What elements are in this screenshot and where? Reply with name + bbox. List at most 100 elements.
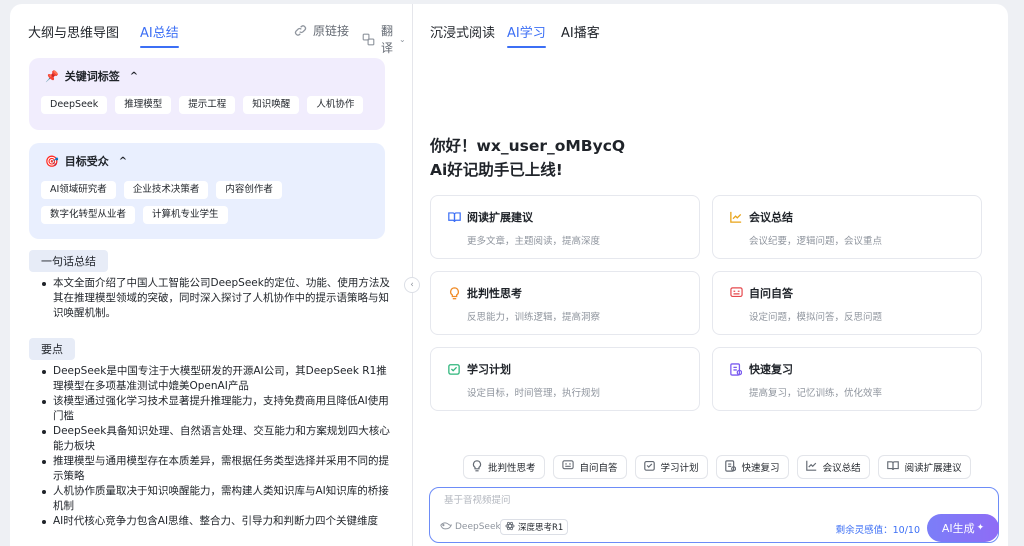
deep-think-toggle[interactable]: 深度思考R1 (500, 519, 569, 535)
quick-button-label: 自问自答 (579, 463, 618, 474)
quick-button-label: 快速复习 (741, 463, 780, 474)
feature-desc: 更多文章，主题阅读，提高深度 (467, 236, 601, 247)
keyword-chip-list: DeepSeek 推理模型 提示工程 知识唤醒 人机协作 (41, 96, 373, 114)
calendar-icon (643, 460, 655, 474)
feature-title: 会议总结 (749, 211, 793, 224)
keyword-chip[interactable]: 提示工程 (179, 96, 236, 114)
list-item: 该模型通过强化学习技术显著提升推理能力，支持免费商用且降低AI使用门槛 (42, 394, 392, 424)
question-input-box: DeepSeek 深度思考R1 剩余灵感值：10/10 AI生成 ✦ (429, 487, 999, 543)
feature-card-meeting-summary[interactable]: 会议总结 会议纪要，逻辑问题，会议重点 (712, 195, 982, 259)
feature-title: 阅读扩展建议 (467, 211, 533, 224)
quick-critical-thinking-button[interactable]: 批判性思考 (463, 455, 545, 479)
feature-card-critical-thinking[interactable]: 批判性思考 反思能力，训练逻辑，提高洞察 (430, 271, 700, 335)
summary-header: 大纲与思维导图 AI总结 原链接 翻译 ⌄ (28, 20, 406, 55)
key-points-heading: 要点 (29, 338, 75, 360)
quick-prompt-row: 批判性思考 自问自答 学习计划 快速复习 会议总结 阅读扩展建议 (463, 455, 971, 479)
pin-icon: 📌 (45, 69, 59, 83)
chevron-up-icon: ^ (129, 70, 139, 82)
tab-outline-mindmap[interactable]: 大纲与思维导图 (28, 22, 119, 41)
quick-self-qa-button[interactable]: 自问自答 (552, 455, 627, 479)
ai-learning-panel: 沉浸式阅读 AI学习 AI播客 你好！wx_user_oMBycQ Ai好记助手… (413, 4, 1008, 546)
book-icon (886, 460, 899, 474)
target-audience-card: 🎯 目标受众 ^ AI领域研究者 企业技术决策者 内容创作者 数字化转型从业者 … (29, 143, 385, 239)
audience-chip[interactable]: AI领域研究者 (41, 181, 116, 199)
keyword-tags-title: 关键词标签 (64, 70, 120, 83)
greeting-assistant: Ai好记助手已上线! (430, 161, 563, 179)
greeting-user: 你好！wx_user_oMBycQ (430, 137, 626, 155)
audience-chip[interactable]: 内容创作者 (216, 181, 282, 199)
feature-desc: 反思能力，训练逻辑，提高洞察 (467, 312, 601, 323)
tab-ai-summary-label: AI总结 (140, 26, 179, 41)
keyword-chip[interactable]: 知识唤醒 (243, 96, 300, 114)
audience-chip[interactable]: 数字化转型从业者 (41, 206, 136, 224)
keyword-chip[interactable]: 推理模型 (115, 96, 172, 114)
inspiration-quota: 剩余灵感值：10/10 (835, 525, 920, 536)
qa-icon (729, 286, 743, 300)
key-points-list: DeepSeek是中国专注于大模型研发的开源AI公司，其DeepSeek R1推… (42, 364, 392, 529)
model-name: DeepSeek (455, 522, 501, 532)
feature-card-reading-extension[interactable]: 阅读扩展建议 更多文章，主题阅读，提高深度 (430, 195, 700, 259)
translate-dropdown[interactable]: 翻译 ⌄ (362, 22, 406, 56)
audience-chip-list: AI领域研究者 企业技术决策者 内容创作者 数字化转型从业者 计算机专业学生 (41, 181, 373, 224)
original-link-label: 原链接 (313, 24, 350, 38)
bulb-icon (472, 459, 482, 475)
audience-chip[interactable]: 企业技术决策者 (123, 181, 209, 199)
qa-icon (561, 460, 574, 474)
translate-icon (362, 33, 375, 46)
calendar-icon (447, 362, 461, 376)
feature-title: 自问自答 (749, 287, 793, 300)
feature-title: 学习计划 (467, 363, 511, 376)
link-icon (294, 24, 307, 37)
keyword-chip[interactable]: DeepSeek (41, 96, 108, 114)
feature-title: 批判性思考 (467, 287, 522, 300)
keyword-chip[interactable]: 人机协作 (307, 96, 364, 114)
sparkle-icon: ✦ (976, 523, 985, 533)
list-item: DeepSeek具备知识处理、自然语言处理、交互能力和方案规划四大核心能力板块 (42, 424, 392, 454)
chart-icon (729, 210, 743, 224)
feature-desc: 设定问题，模拟问答，反思问题 (749, 312, 883, 323)
feature-desc: 会议纪要，逻辑问题，会议重点 (749, 236, 883, 247)
tab-ai-summary[interactable]: AI总结 (140, 22, 179, 48)
deepseek-whale-icon (440, 521, 453, 533)
list-item: DeepSeek是中国专注于大模型研发的开源AI公司，其DeepSeek R1推… (42, 364, 392, 394)
one-line-summary-heading: 一句话总结 (29, 250, 108, 272)
feature-title: 快速复习 (749, 363, 793, 376)
active-tab-indicator (140, 46, 179, 48)
quick-study-plan-button[interactable]: 学习计划 (634, 455, 708, 479)
quick-button-label: 阅读扩展建议 (904, 463, 962, 474)
feature-card-quick-review[interactable]: 快速复习 提高复习，记忆训练，优化效率 (712, 347, 982, 411)
translate-label: 翻译 (381, 24, 394, 55)
list-item: 推理模型与通用模型存在本质差异，需根据任务类型选择并采用不同的提示策略 (42, 454, 392, 484)
quick-button-label: 学习计划 (660, 463, 699, 474)
greeting: 你好！wx_user_oMBycQ Ai好记助手已上线! (430, 134, 625, 182)
review-icon (724, 459, 736, 475)
quick-review-button[interactable]: 快速复习 (715, 455, 789, 479)
tab-ai-learning[interactable]: AI学习 (507, 22, 546, 48)
audience-chip[interactable]: 计算机专业学生 (143, 206, 228, 224)
feature-card-study-plan[interactable]: 学习计划 设定目标，时间管理，执行规划 (430, 347, 700, 411)
quick-button-label: 批判性思考 (488, 463, 536, 474)
quick-reading-extension-button[interactable]: 阅读扩展建议 (877, 455, 971, 479)
feature-card-self-qa[interactable]: 自问自答 设定问题，模拟问答，反思问题 (712, 271, 982, 335)
question-input[interactable] (444, 495, 864, 506)
original-link-button[interactable]: 原链接 (294, 22, 349, 39)
list-item: AI时代核心竞争力包含AI思维、整合力、引导力和判断力四个关键维度 (42, 514, 392, 529)
chevron-down-icon: ⌄ (399, 34, 406, 44)
book-icon (447, 210, 461, 224)
chevron-up-icon: ^ (118, 155, 128, 167)
quick-meeting-summary-button[interactable]: 会议总结 (796, 455, 870, 479)
keyword-tags-toggle[interactable]: 📌 关键词标签 ^ (45, 68, 373, 84)
quick-button-label: 会议总结 (822, 463, 861, 474)
review-icon (729, 362, 743, 376)
app-window: 大纲与思维导图 AI总结 原链接 翻译 ⌄ 📌 关键词标签 ^ DeepSeek… (10, 4, 1008, 546)
keyword-tags-card: 📌 关键词标签 ^ DeepSeek 推理模型 提示工程 知识唤醒 人机协作 (29, 58, 385, 130)
list-item: 人机协作质量取决于知识唤醒能力，需构建人类知识库与AI知识库的桥接机制 (42, 484, 392, 514)
active-tab-indicator (507, 46, 546, 48)
tab-immersive-reading[interactable]: 沉浸式阅读 (430, 22, 495, 41)
list-item: 本文全面介绍了中国人工智能公司DeepSeek的定位、功能、使用方法及其在推理模… (42, 276, 392, 321)
feature-desc: 提高复习，记忆训练，优化效率 (749, 388, 883, 399)
model-selector[interactable]: DeepSeek (440, 521, 501, 533)
ai-generate-button[interactable]: AI生成 ✦ (927, 514, 999, 542)
target-audience-toggle[interactable]: 🎯 目标受众 ^ (45, 153, 373, 169)
tab-ai-podcast[interactable]: AI播客 (561, 22, 600, 41)
